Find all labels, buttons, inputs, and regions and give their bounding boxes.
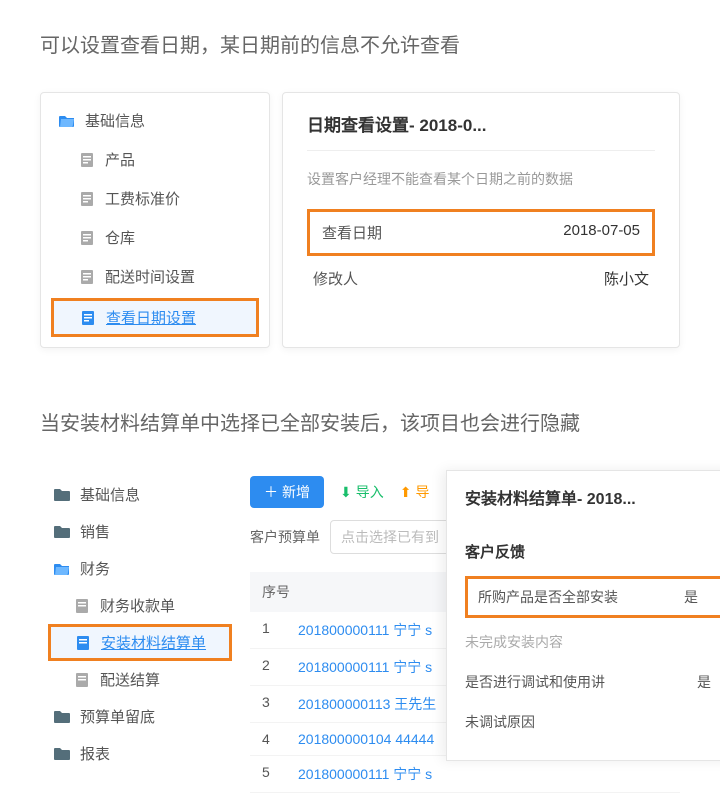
overlay-row-all-installed: 所购产品是否全部安装 是 xyxy=(465,576,720,618)
filter-label: 客户预算单 xyxy=(250,527,320,547)
caption-2: 当安装材料结算单中选择已全部安装后，该项目也会进行隐藏 xyxy=(40,408,680,440)
nav-item-label: 配送结算 xyxy=(100,669,160,690)
row-link[interactable]: 201800000113 王先生 xyxy=(298,694,436,714)
import-label: 导入 xyxy=(356,482,384,502)
nav-item-label: 预算单留底 xyxy=(80,706,155,727)
overlay-row-value xyxy=(697,712,720,732)
nav-item-sales[interactable]: 销售 xyxy=(40,513,240,550)
row-value: 陈小文 xyxy=(604,268,649,289)
detail-desc: 设置客户经理不能查看某个日期之前的数据 xyxy=(307,169,655,189)
doc-icon xyxy=(81,153,95,167)
caption-1: 可以设置查看日期，某日期前的信息不允许查看 xyxy=(40,30,680,62)
nav-item-finance-receipt[interactable]: 财务收款单 xyxy=(40,587,240,624)
upload-icon: ⬆ xyxy=(400,484,412,501)
section-date-setting: 可以设置查看日期，某日期前的信息不允许查看 基础信息 产品 工费标准价 仓库 xyxy=(0,0,720,378)
overlay-row-value xyxy=(697,632,720,652)
detail-title: 日期查看设置- 2018-0... xyxy=(307,111,655,151)
nav-item-cost-price[interactable]: 工费标准价 xyxy=(41,179,269,218)
row-link[interactable]: 201800000111 宁宁 s xyxy=(298,657,432,677)
nav-item-install-material[interactable]: 安装材料结算单 xyxy=(51,627,229,658)
nav-item-label: 基础信息 xyxy=(80,484,140,505)
row-link[interactable]: 201800000104 44444 xyxy=(298,731,434,747)
nav-item-label: 财务 xyxy=(80,558,110,579)
row-idx: 3 xyxy=(262,694,298,714)
export-button[interactable]: ⬆ 导 xyxy=(400,482,430,502)
nav-item-warehouse[interactable]: 仓库 xyxy=(41,218,269,257)
nav-item-view-date-setting[interactable]: 查看日期设置 xyxy=(54,301,256,334)
export-label: 导 xyxy=(415,482,429,502)
nav-item-label: 财务收款单 xyxy=(100,595,175,616)
nav-item-finance[interactable]: 财务 xyxy=(40,550,240,587)
row-label: 查看日期 xyxy=(322,222,382,243)
overlay-row-label: 未调试原因 xyxy=(465,712,687,732)
nav-panel-1: 基础信息 产品 工费标准价 仓库 配送时间设置 查看日期设置 xyxy=(40,92,270,348)
nav-item-label: 销售 xyxy=(80,521,110,542)
overlay-row-label: 是否进行调试和使用讲 xyxy=(465,672,687,692)
folder-icon xyxy=(54,488,70,501)
section-install-material: 当安装材料结算单中选择已全部安装后，该项目也会进行隐藏 基础信息 销售 财务 财… xyxy=(0,378,720,793)
download-icon: ⬇ xyxy=(340,484,352,501)
nav-item-label: 产品 xyxy=(105,149,135,170)
doc-icon xyxy=(76,599,90,613)
nav-item-delivery-time[interactable]: 配送时间设置 xyxy=(41,257,269,296)
plus-icon: ＋ xyxy=(264,482,278,502)
row-view-date: 查看日期 2018-07-05 xyxy=(307,209,655,256)
row-idx: 5 xyxy=(262,764,298,784)
highlight-install-material: 安装材料结算单 xyxy=(48,624,232,661)
overlay-row-no-debug-reason: 未调试原因 xyxy=(465,702,720,742)
overlay-subtitle: 客户反馈 xyxy=(465,541,720,562)
folder-open-icon xyxy=(54,562,70,576)
row-value: 2018-07-05 xyxy=(563,222,640,243)
nav-item-budget-archive[interactable]: 预算单留底 xyxy=(40,698,240,735)
doc-icon xyxy=(82,311,96,325)
nav-item-label: 仓库 xyxy=(105,227,135,248)
nav-item-label: 安装材料结算单 xyxy=(101,632,206,653)
overlay-row-value: 是 xyxy=(697,672,720,692)
overlay-row-label: 未完成安装内容 xyxy=(465,632,687,652)
panel-group-1: 基础信息 产品 工费标准价 仓库 配送时间设置 查看日期设置 xyxy=(40,92,680,348)
nav-panel-2: 基础信息 销售 财务 财务收款单 安装材料结算单 xyxy=(40,470,240,793)
detail-panel-1: 日期查看设置- 2018-0... 设置客户经理不能查看某个日期之前的数据 查看… xyxy=(282,92,680,348)
overlay-row-label: 所购产品是否全部安装 xyxy=(478,587,674,607)
nav-root-label: 基础信息 xyxy=(85,110,145,131)
overlay-panel: 安装材料结算单- 2018... 客户反馈 所购产品是否全部安装 是 未完成安装… xyxy=(446,470,720,761)
doc-icon xyxy=(81,192,95,206)
nav-item-reports[interactable]: 报表 xyxy=(40,735,240,772)
doc-icon xyxy=(81,231,95,245)
row-link[interactable]: 201800000111 宁宁 s xyxy=(298,620,432,640)
row-idx: 4 xyxy=(262,731,298,747)
folder-icon xyxy=(54,710,70,723)
row-label: 修改人 xyxy=(313,268,358,289)
highlight-view-date: 查看日期设置 xyxy=(51,298,259,337)
doc-icon xyxy=(76,673,90,687)
nav-item-basic-info[interactable]: 基础信息 xyxy=(40,476,240,513)
nav-item-delivery-settle[interactable]: 配送结算 xyxy=(40,661,240,698)
nav-root-basic-info[interactable]: 基础信息 xyxy=(41,101,269,140)
import-button[interactable]: ⬇ 导入 xyxy=(340,482,384,502)
row-idx: 1 xyxy=(262,620,298,640)
nav-item-product[interactable]: 产品 xyxy=(41,140,269,179)
nav-item-label: 查看日期设置 xyxy=(106,307,196,328)
overlay-title: 安装材料结算单- 2018... xyxy=(465,485,720,521)
folder-open-icon xyxy=(59,114,75,128)
overlay-row-incomplete: 未完成安装内容 xyxy=(465,622,720,662)
row-idx: 2 xyxy=(262,657,298,677)
add-button[interactable]: ＋ 新增 xyxy=(250,476,324,508)
doc-icon xyxy=(77,636,91,650)
folder-icon xyxy=(54,525,70,538)
nav-item-label: 报表 xyxy=(80,743,110,764)
folder-icon xyxy=(54,747,70,760)
complex-layout: 基础信息 销售 财务 财务收款单 安装材料结算单 xyxy=(40,470,680,793)
nav-item-label: 配送时间设置 xyxy=(105,266,195,287)
table-row[interactable]: 5 201800000111 宁宁 s xyxy=(250,756,680,793)
doc-icon xyxy=(81,270,95,284)
add-button-label: 新增 xyxy=(282,482,310,502)
nav-item-label: 工费标准价 xyxy=(105,188,180,209)
overlay-row-debug: 是否进行调试和使用讲 是 xyxy=(465,662,720,702)
row-modifier: 修改人 陈小文 xyxy=(307,256,655,301)
row-link[interactable]: 201800000111 宁宁 s xyxy=(298,764,432,784)
overlay-row-value: 是 xyxy=(684,587,714,607)
